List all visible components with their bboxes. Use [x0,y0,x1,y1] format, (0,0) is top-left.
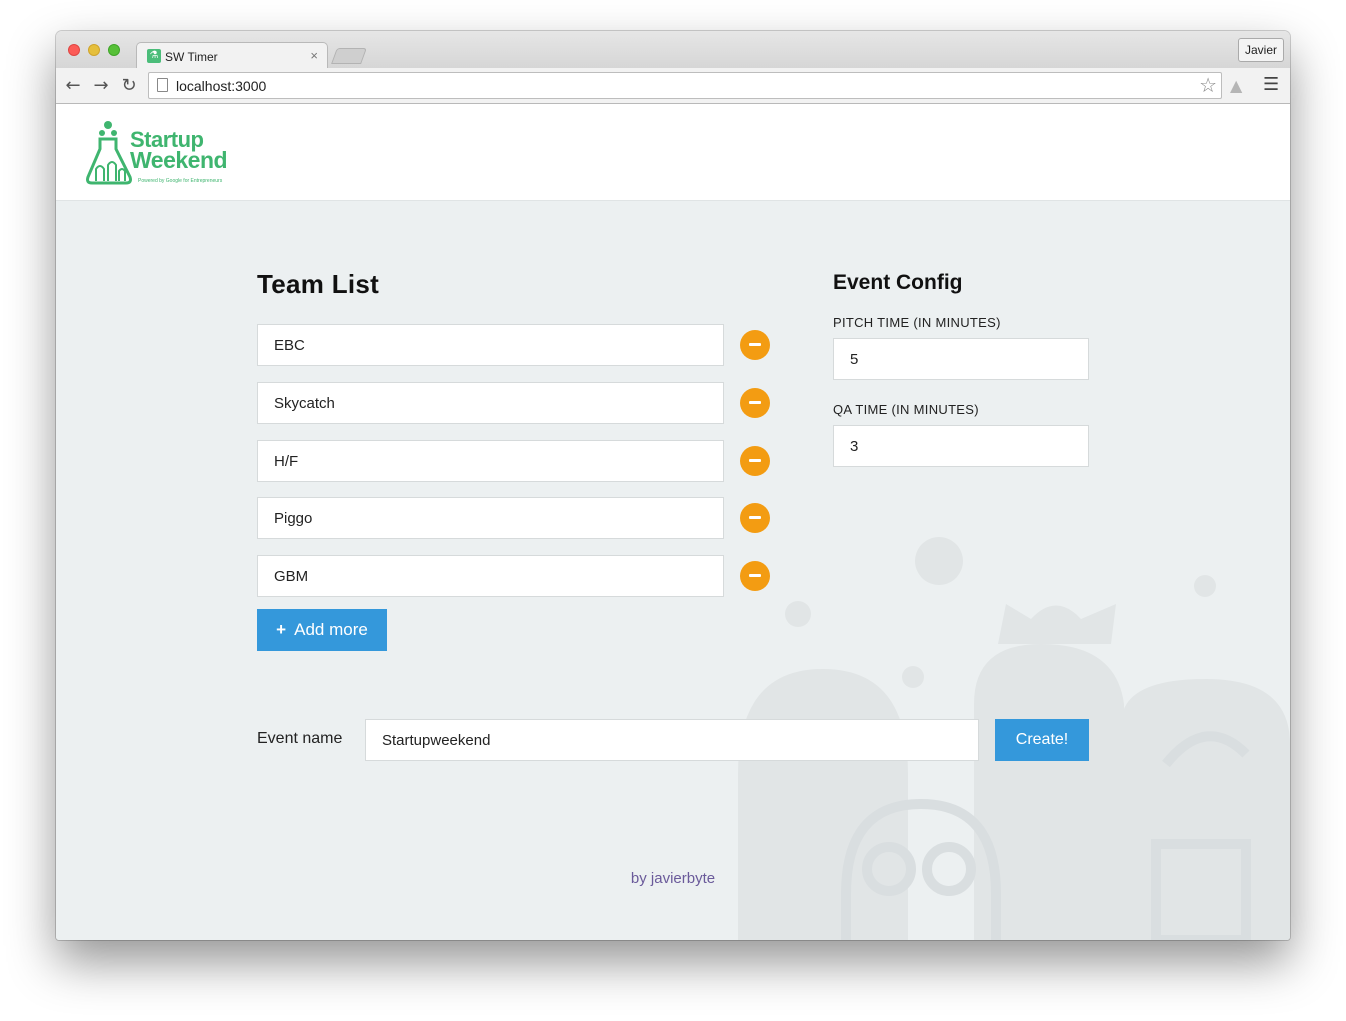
event-name-row: Event name Create! [257,719,1089,761]
character-decoration [1121,679,1290,940]
reload-icon[interactable]: ↻ [119,76,139,96]
browser-tab[interactable]: ⚗ SW Timer × [136,42,328,69]
drive-extension-icon[interactable]: ▲ [1230,76,1250,95]
team-name-input[interactable] [257,382,724,424]
back-arrow-icon[interactable]: ← [63,76,83,96]
chest-decoration [1151,839,1251,940]
team-row [257,555,777,597]
team-name-input[interactable] [257,324,724,366]
logo-wordmark: Startup Weekend [130,129,228,173]
qa-time-input[interactable] [833,425,1089,467]
flask-icon [86,121,132,185]
remove-team-button[interactable] [740,330,770,360]
window-close-button[interactable] [68,44,80,56]
create-button[interactable]: Create! [995,719,1089,761]
character-decoration [974,644,1124,940]
menu-icon[interactable]: ☰ [1263,74,1283,95]
remove-team-button[interactable] [740,503,770,533]
team-row [257,382,777,424]
event-config-section: Event Config PITCH TIME (IN MINUTES) QA … [833,271,1089,467]
team-list-title: Team List [257,269,380,299]
minus-icon [749,401,761,404]
minus-icon [749,459,761,462]
team-row [257,324,777,366]
site-header: Startup Weekend Powered by Google for En… [56,104,1290,201]
team-name-input[interactable] [257,555,724,597]
tab-strip: ⚗ SW Timer × Javier [56,31,1290,69]
bookmark-star-icon[interactable]: ☆ [1199,73,1217,97]
pitch-time-input[interactable] [833,338,1089,380]
minus-icon [749,516,761,519]
bubble-decoration [785,601,811,627]
event-name-label: Event name [257,730,343,747]
team-name-input[interactable] [257,440,724,482]
window-maximize-button[interactable] [108,44,120,56]
page-icon [157,78,168,92]
address-bar[interactable]: localhost:3000 ☆ [148,72,1222,99]
crown-decoration [998,604,1116,644]
bubble-decoration [1194,575,1216,597]
minus-icon [749,343,761,346]
tab-title: SW Timer [165,50,218,64]
pitch-time-label: PITCH TIME (IN MINUTES) [833,315,1001,330]
forward-arrow-icon[interactable]: → [91,76,111,96]
logo-line-2: Weekend [130,147,228,173]
page-content: Startup Weekend Powered by Google for En… [56,104,1290,940]
profile-button[interactable]: Javier [1237,38,1284,62]
startup-weekend-logo[interactable]: Startup Weekend Powered by Google for En… [86,119,246,185]
logo-tagline: Powered by Google for Entrepreneurs [138,178,223,184]
tab-close-icon[interactable]: × [310,48,318,63]
team-list-section: Team List + Add more [257,269,777,651]
team-row [257,440,777,482]
url-text: localhost:3000 [176,78,267,94]
remove-team-button[interactable] [740,388,770,418]
team-row [257,497,777,539]
event-name-input[interactable] [365,719,979,761]
qa-time-label: QA TIME (IN MINUTES) [833,402,979,417]
plus-icon: + [276,620,287,639]
character-decoration [738,669,908,940]
event-config-title: Event Config [833,271,963,294]
helmet-decoration [1162,731,1250,768]
favicon-icon: ⚗ [147,49,161,63]
bubble-decoration [902,666,924,688]
remove-team-button[interactable] [740,561,770,591]
footer-credit[interactable]: by javierbyte [56,870,1290,887]
add-more-label: Add more [294,620,368,639]
window-minimize-button[interactable] [88,44,100,56]
browser-toolbar: ← → ↻ localhost:3000 ☆ ▲ ☰ [56,68,1290,104]
browser-window: ⚗ SW Timer × Javier ← → ↻ localhost:3000… [56,31,1290,940]
minus-icon [749,574,761,577]
bubble-decoration [915,537,963,585]
add-more-button[interactable]: + Add more [257,609,387,651]
remove-team-button[interactable] [740,446,770,476]
new-tab-button[interactable] [331,48,367,64]
team-name-input[interactable] [257,497,724,539]
